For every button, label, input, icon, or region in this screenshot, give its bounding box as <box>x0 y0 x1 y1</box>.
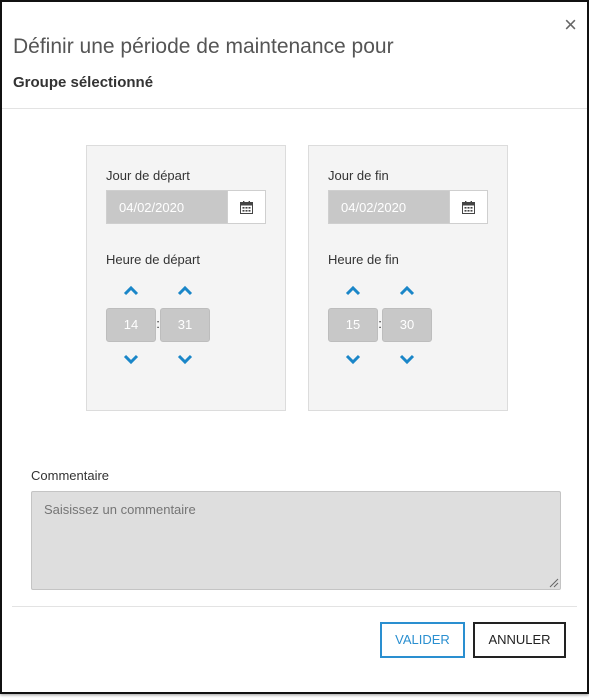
end-minute-down-chevron-icon[interactable] <box>397 352 417 366</box>
end-date-input[interactable] <box>329 191 449 223</box>
start-hour-up-chevron-icon[interactable] <box>121 284 141 298</box>
end-date-field <box>328 190 488 224</box>
header-divider <box>2 108 587 109</box>
start-minute-down-chevron-icon[interactable] <box>175 352 195 366</box>
start-hour-label: Heure de départ <box>106 252 200 267</box>
resize-grip-icon[interactable] <box>549 578 559 588</box>
cancel-button[interactable]: ANNULER <box>473 622 566 658</box>
end-minute-input[interactable]: 30 <box>382 308 432 342</box>
start-hour-down-chevron-icon[interactable] <box>121 352 141 366</box>
end-minute-up-chevron-icon[interactable] <box>397 284 417 298</box>
start-calendar-button[interactable] <box>227 191 265 223</box>
end-hour-up-chevron-icon[interactable] <box>343 284 363 298</box>
end-hour-input[interactable]: 15 <box>328 308 378 342</box>
end-day-label: Jour de fin <box>328 168 389 183</box>
start-date-field <box>106 190 266 224</box>
end-panel: Jour de fin Heure de fin <box>308 145 508 411</box>
maintenance-dialog: × Définir une période de maintenance pou… <box>0 0 589 694</box>
start-date-input[interactable] <box>107 191 227 223</box>
end-time-picker: 15 : 30 <box>328 282 432 372</box>
start-day-label: Jour de départ <box>106 168 190 183</box>
dialog-title: Définir une période de maintenance pour <box>13 35 394 58</box>
start-hour-input[interactable]: 14 <box>106 308 156 342</box>
start-time-picker: 14 : 31 <box>106 282 210 372</box>
end-calendar-button[interactable] <box>449 191 487 223</box>
comment-textarea[interactable] <box>31 491 561 590</box>
footer-divider <box>12 606 577 607</box>
close-icon[interactable]: × <box>564 14 577 36</box>
comment-label: Commentaire <box>31 468 110 483</box>
end-hour-label: Heure de fin <box>328 252 399 267</box>
calendar-icon <box>462 200 475 214</box>
start-minute-up-chevron-icon[interactable] <box>175 284 195 298</box>
start-panel: Jour de départ Heure de départ <box>86 145 286 411</box>
validate-button[interactable]: VALIDER <box>380 622 465 658</box>
dialog-subtitle: Groupe sélectionné <box>13 74 154 91</box>
end-hour-down-chevron-icon[interactable] <box>343 352 363 366</box>
start-minute-input[interactable]: 31 <box>160 308 210 342</box>
calendar-icon <box>240 200 253 214</box>
